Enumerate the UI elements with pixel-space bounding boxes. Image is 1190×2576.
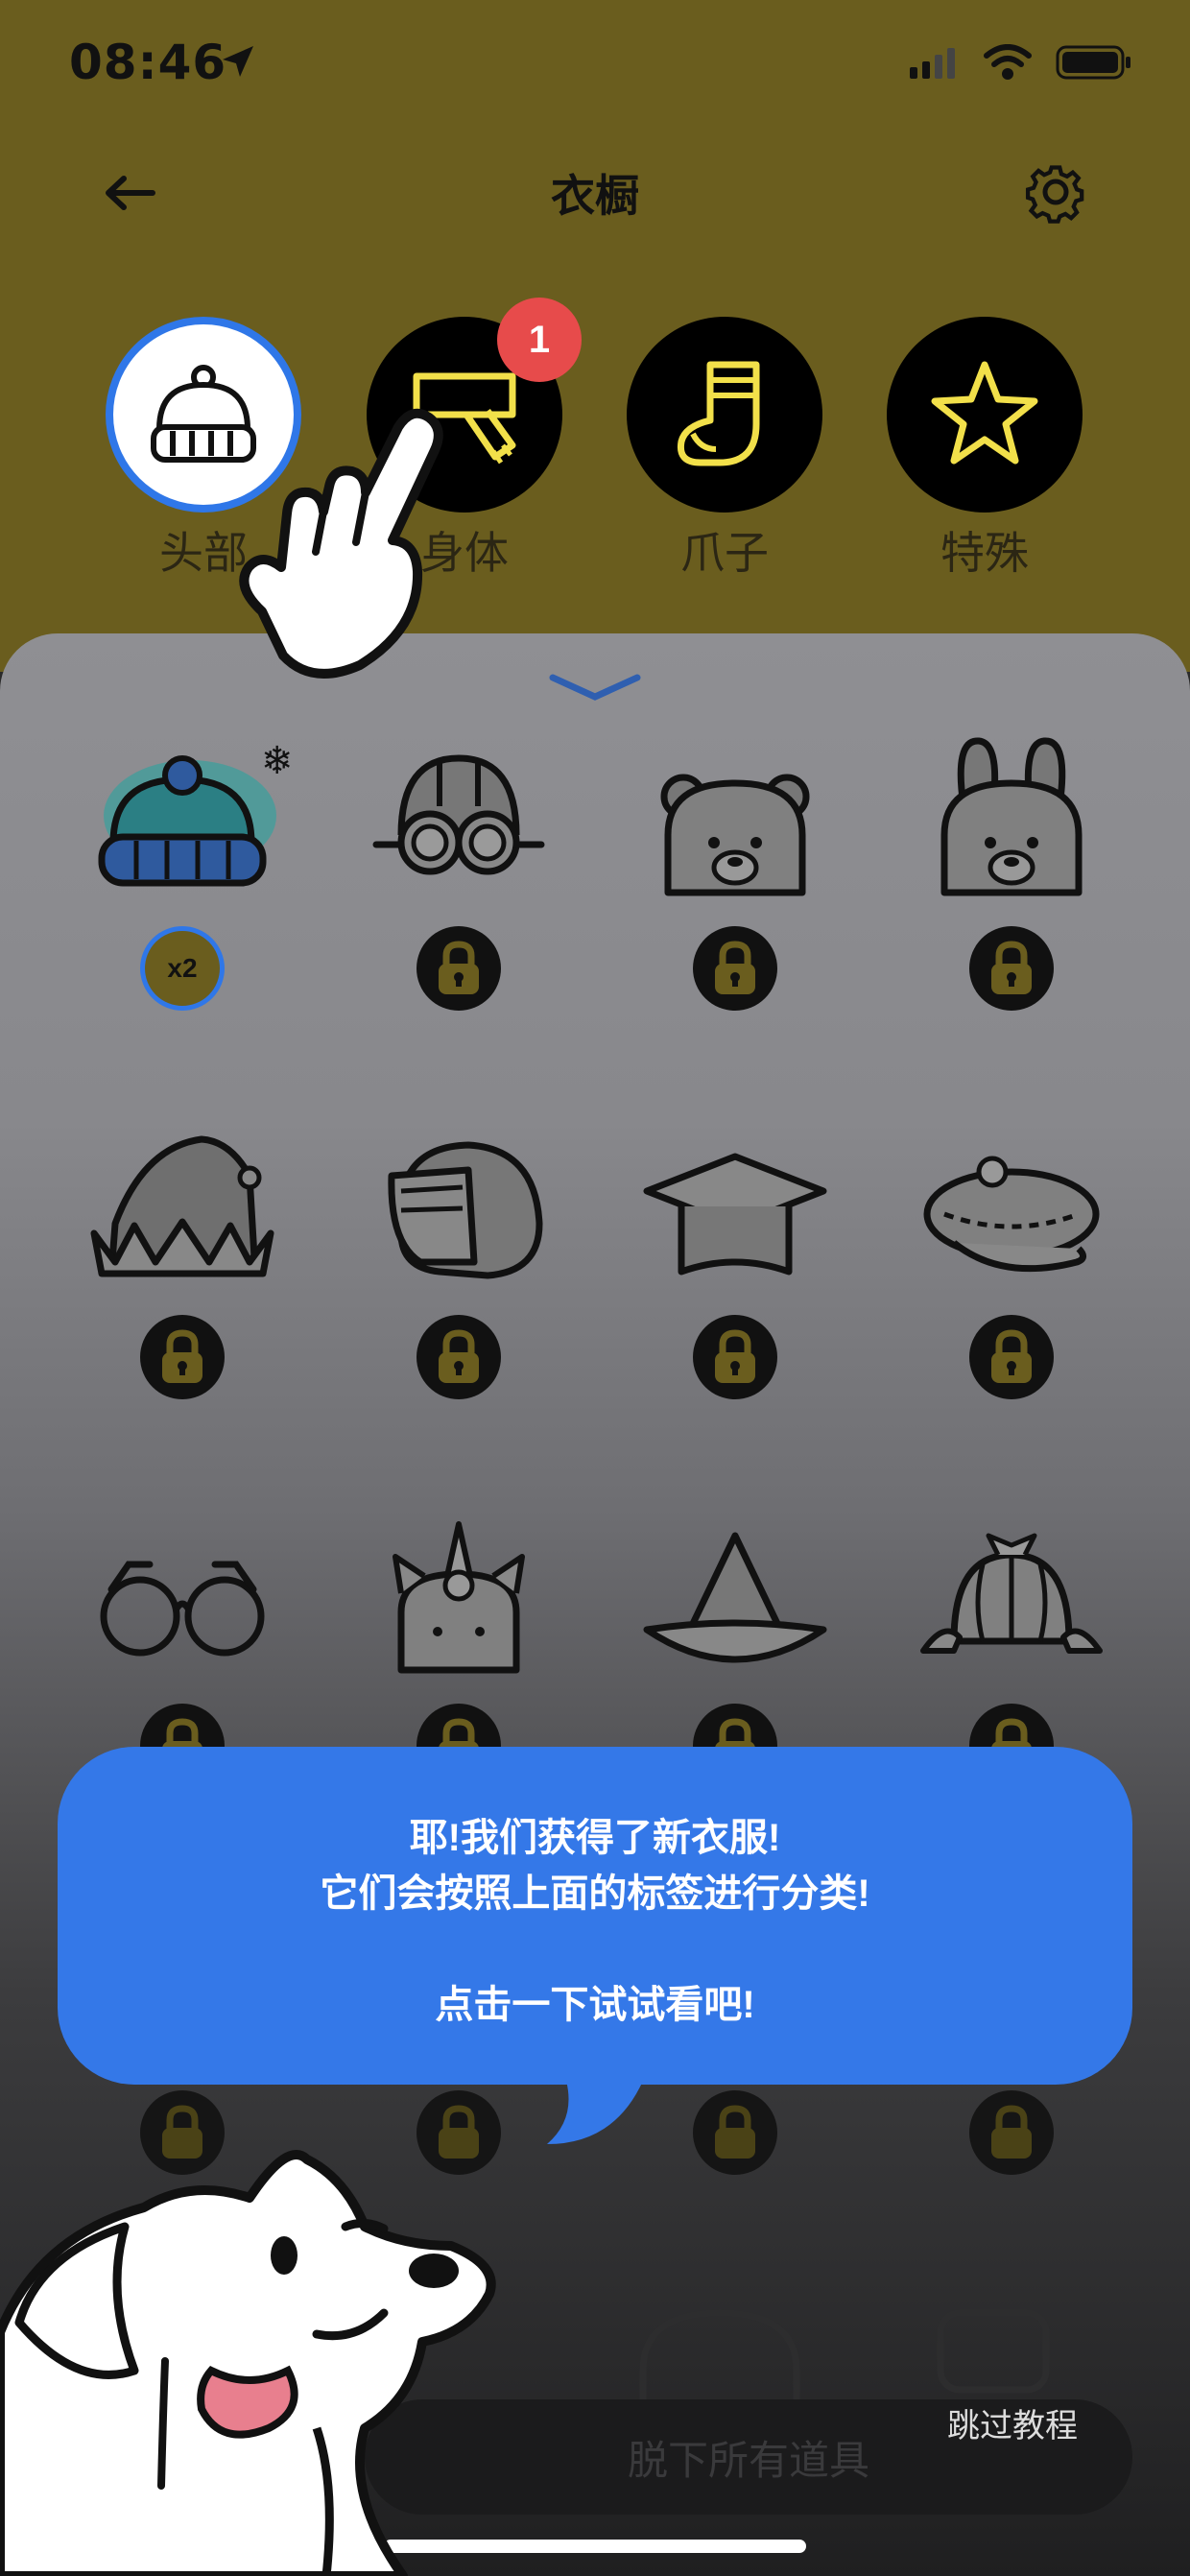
tab-paws-label: 爪子 — [680, 528, 769, 578]
pointing-hand-icon — [239, 408, 443, 679]
tutorial-bubble: 耶!我们获得了新衣服! 它们会按照上面的标签进行分类! 点击一下试试看吧! — [58, 1747, 1132, 2085]
lock-icon — [416, 926, 501, 1011]
lock-icon — [969, 1315, 1054, 1399]
item-jester-hat[interactable] — [77, 1118, 288, 1444]
item-motorcycle-helmet[interactable] — [353, 1118, 564, 1444]
tutorial-spacer — [58, 1921, 1132, 1977]
settings-button[interactable] — [1017, 154, 1094, 230]
item-beanie[interactable]: x2 — [77, 729, 288, 1056]
tab-special[interactable]: 特殊 — [887, 317, 1083, 595]
lock-icon — [140, 1315, 225, 1399]
detective-hat-icon — [920, 1533, 1103, 1654]
lock-icon — [416, 1315, 501, 1399]
bear-ears-icon — [660, 774, 810, 896]
item-bear-ears[interactable] — [630, 729, 841, 1056]
lock-icon — [693, 2090, 777, 2175]
battery-icon — [1056, 45, 1130, 80]
tab-special-label: 特殊 — [940, 528, 1029, 578]
glasses-icon — [100, 1561, 265, 1657]
graduation-cap-icon — [643, 1153, 827, 1276]
snowflake-icon: ❄ — [261, 739, 294, 783]
tutorial-line-3: 点击一下试试看吧! — [435, 1984, 755, 2026]
unicorn-hat-icon — [393, 1521, 525, 1674]
item-bunny-ears[interactable] — [906, 729, 1117, 1056]
quantity-badge: x2 — [140, 926, 225, 1011]
lock-icon — [969, 2090, 1054, 2175]
page-title: 衣橱 — [551, 171, 639, 221]
beret-icon — [923, 1156, 1100, 1273]
tab-body-badge: 1 — [497, 298, 582, 382]
tutorial-line-2: 它们会按照上面的标签进行分类! — [320, 1872, 870, 1915]
gear-icon — [1025, 165, 1084, 224]
item-beret[interactable] — [906, 1118, 1117, 1444]
signal-icon — [910, 48, 955, 79]
tutorial-line-1: 耶!我们获得了新衣服! — [409, 1817, 781, 1859]
sock-icon — [677, 361, 760, 466]
motorcycle-helmet-icon — [388, 1141, 543, 1279]
aviator-helmet-icon — [372, 754, 545, 875]
location-arrow-icon — [223, 46, 253, 77]
chevron-down-icon[interactable] — [547, 668, 643, 706]
item-graduation-cap[interactable] — [630, 1118, 841, 1444]
bubble-tail — [547, 2081, 643, 2144]
status-time: 08:46 — [69, 35, 227, 90]
star-icon — [931, 361, 1038, 465]
skip-tutorial-button[interactable]: 跳过教程 — [921, 2399, 1104, 2457]
lock-icon — [969, 926, 1054, 1011]
jester-hat-icon — [90, 1135, 274, 1277]
witch-hat-icon — [643, 1532, 827, 1663]
tab-special-circle — [887, 317, 1083, 513]
item-aviator-helmet[interactable] — [353, 729, 564, 1056]
bunny-ears-icon — [940, 737, 1083, 896]
tab-paws-circle — [627, 317, 822, 513]
tab-paws[interactable]: 爪子 — [627, 317, 822, 595]
dog-mascot-icon — [0, 2150, 496, 2576]
lock-icon — [693, 1315, 777, 1399]
wifi-icon — [984, 44, 1032, 80]
status-bar: 08:46 — [0, 0, 1190, 125]
beanie-hat-icon — [98, 755, 276, 887]
header: 衣橱 — [0, 144, 1190, 240]
lock-icon — [693, 926, 777, 1011]
